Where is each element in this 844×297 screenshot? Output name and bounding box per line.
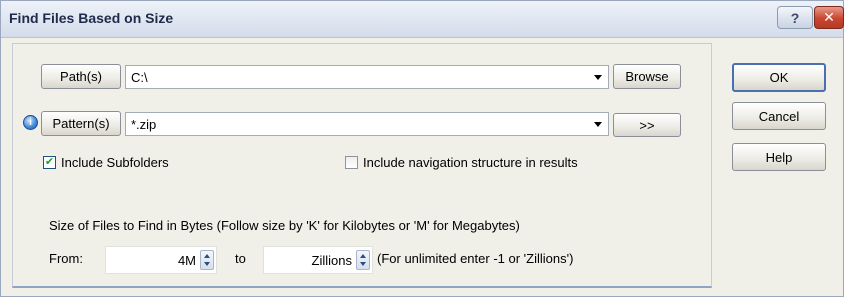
ok-button-label: OK — [769, 70, 789, 85]
to-size-value: Zillions — [311, 253, 352, 268]
from-size-input[interactable]: 4M — [105, 246, 217, 274]
to-label: to — [235, 251, 246, 266]
window-title: Find Files Based on Size — [9, 10, 174, 26]
from-spinner-icon[interactable] — [200, 250, 214, 270]
from-label: From: — [49, 251, 83, 266]
help-button[interactable]: Help — [732, 143, 826, 171]
info-icon-glyph: i — [29, 117, 32, 128]
title-close-button[interactable]: ✕ — [814, 6, 844, 29]
include-subfolders-checkbox[interactable]: ✔ Include Subfolders — [43, 155, 169, 170]
more-patterns-label: >> — [639, 117, 655, 133]
path-combobox[interactable]: C:\ — [125, 65, 609, 89]
pattern-value: *.zip — [131, 117, 157, 132]
path-value: C:\ — [131, 70, 148, 85]
title-bar[interactable]: Find Files Based on Size ? ✕ — [1, 1, 844, 38]
pattern-combobox[interactable]: *.zip — [125, 112, 609, 136]
paths-button-label: Path(s) — [60, 69, 102, 84]
ok-button[interactable]: OK — [732, 63, 826, 92]
paths-button[interactable]: Path(s) — [41, 64, 121, 89]
close-icon: ✕ — [823, 9, 835, 25]
size-heading: Size of Files to Find in Bytes (Follow s… — [49, 218, 520, 233]
to-size-input[interactable]: Zillions — [263, 246, 373, 274]
to-spinner-icon[interactable] — [356, 250, 370, 270]
cancel-button[interactable]: Cancel — [732, 102, 826, 130]
more-patterns-button[interactable]: >> — [613, 113, 681, 137]
chevron-down-icon[interactable] — [594, 75, 602, 80]
chevron-down-icon[interactable] — [594, 122, 602, 127]
cancel-button-label: Cancel — [758, 108, 800, 124]
browse-button[interactable]: Browse — [613, 64, 681, 89]
question-icon: ? — [790, 9, 800, 26]
checkbox-checked-icon[interactable]: ✔ — [43, 156, 56, 169]
include-navigation-checkbox[interactable]: Include navigation structure in results — [345, 155, 578, 170]
help-button-label: Help — [765, 149, 793, 165]
from-size-value: 4M — [177, 253, 196, 268]
title-help-button[interactable]: ? — [777, 6, 813, 29]
browse-button-label: Browse — [625, 69, 669, 84]
unlimited-hint: (For unlimited enter -1 or 'Zillions') — [377, 251, 574, 266]
include-subfolders-label: Include Subfolders — [61, 155, 169, 170]
include-navigation-label: Include navigation structure in results — [363, 155, 578, 170]
patterns-button[interactable]: Pattern(s) — [41, 111, 121, 136]
info-icon[interactable]: i — [23, 115, 38, 130]
patterns-button-label: Pattern(s) — [52, 116, 110, 131]
checkbox-unchecked-icon[interactable] — [345, 156, 358, 169]
dialog-window: Find Files Based on Size ? ✕ Path(s) C:\… — [0, 0, 844, 297]
